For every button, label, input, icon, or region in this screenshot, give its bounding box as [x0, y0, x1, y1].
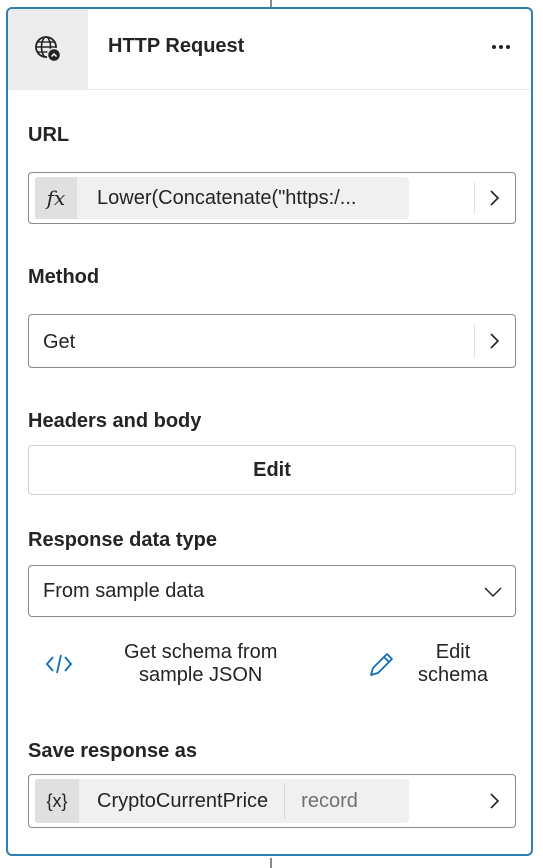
- variable-type: record: [301, 789, 358, 812]
- method-value: Get: [43, 331, 76, 353]
- url-field[interactable]: fx Lower(Concatenate("https:/...: [28, 172, 516, 224]
- edit-schema-action[interactable]: Edit schema: [366, 641, 488, 687]
- url-label: URL: [28, 124, 70, 146]
- chevron-down-icon: [484, 587, 502, 598]
- response-type-label: Response data type: [28, 529, 217, 551]
- code-icon: [45, 654, 73, 674]
- globe-icon: [35, 36, 62, 63]
- edit-headers-button[interactable]: Edit: [28, 445, 516, 495]
- save-response-label: Save response as: [28, 740, 197, 762]
- variable-icon: {x}: [35, 779, 79, 823]
- save-response-field[interactable]: {x} CryptoCurrentPrice record: [28, 774, 516, 828]
- more-options-button[interactable]: [487, 33, 515, 61]
- pencil-icon: [370, 653, 393, 676]
- flow-connector-bottom: [270, 858, 272, 868]
- chevron-right-icon[interactable]: [485, 332, 503, 350]
- edit-schema-label-line2: schema: [418, 664, 489, 686]
- response-type-value: From sample data: [43, 580, 205, 602]
- get-schema-action[interactable]: Get schema from sample JSON: [44, 641, 277, 687]
- chevron-right-icon[interactable]: [485, 189, 503, 207]
- fx-icon: fx: [35, 177, 77, 219]
- get-schema-label-line1: Get schema from: [124, 641, 278, 663]
- more-horizontal-icon: [492, 45, 496, 49]
- url-value: Lower(Concatenate("https:/...: [97, 186, 357, 209]
- node-header: HTTP Request: [8, 9, 531, 90]
- headers-body-label: Headers and body: [28, 410, 202, 432]
- response-type-dropdown[interactable]: From sample data: [28, 565, 516, 617]
- variable-name: CryptoCurrentPrice: [97, 789, 269, 812]
- get-schema-label-line2: sample JSON: [139, 664, 263, 686]
- method-field[interactable]: Get: [28, 314, 516, 368]
- variable-chip: {x} CryptoCurrentPrice record: [35, 779, 409, 823]
- method-label: Method: [28, 266, 100, 288]
- chevron-right-icon[interactable]: [485, 792, 503, 810]
- edit-schema-label-line1: Edit: [435, 641, 471, 663]
- http-request-node: HTTP Request URL fx Lower(Concatenate("h…: [6, 7, 533, 856]
- node-icon-container: [8, 9, 88, 89]
- node-title: HTTP Request: [108, 35, 245, 57]
- url-formula-chip: fx Lower(Concatenate("https:/...: [35, 177, 409, 219]
